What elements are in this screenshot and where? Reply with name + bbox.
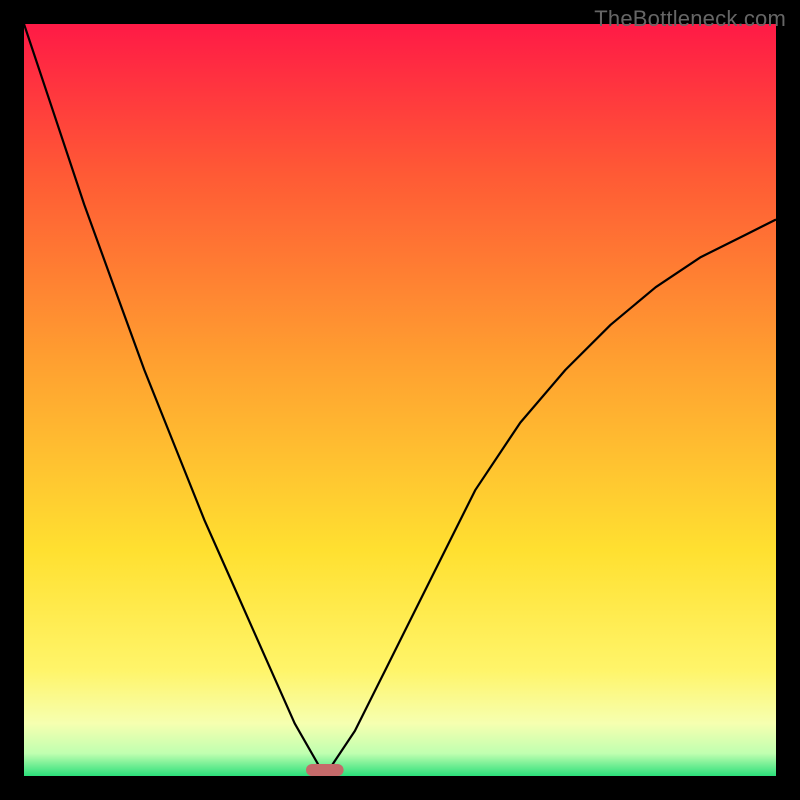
watermark: TheBottleneck.com xyxy=(594,6,786,32)
bottleneck-curve xyxy=(24,24,776,776)
chart-container: TheBottleneck.com xyxy=(0,0,800,800)
optimal-marker xyxy=(306,764,344,776)
